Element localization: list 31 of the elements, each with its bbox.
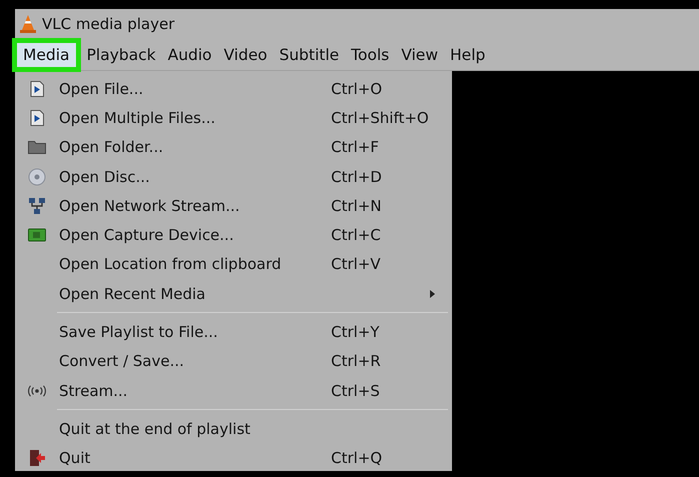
menu-item[interactable]: Quit Ctrl+Q bbox=[15, 444, 452, 473]
menu-bar-item[interactable]: View bbox=[395, 42, 444, 66]
menu-bar-item[interactable]: Video bbox=[218, 42, 274, 66]
menu-item[interactable]: Open Network Stream... Ctrl+N bbox=[15, 191, 452, 220]
folder-icon bbox=[28, 140, 46, 154]
menu-item[interactable]: Open Location from clipboard Ctrl+V bbox=[15, 250, 452, 280]
menu-bar-item[interactable]: Playback bbox=[80, 42, 162, 66]
menu-bar-item[interactable]: Subtitle bbox=[273, 42, 346, 66]
file-icon bbox=[30, 110, 44, 126]
menu-item[interactable]: Open Capture Device... Ctrl+C bbox=[15, 220, 452, 250]
menu-bar-item[interactable]: Help bbox=[444, 42, 492, 66]
circuit-card-icon bbox=[28, 228, 46, 242]
menu-item[interactable]: Open File... Ctrl+O bbox=[15, 74, 452, 104]
menu-item[interactable]: Open Folder... Ctrl+F bbox=[15, 132, 452, 162]
exit-door-icon bbox=[29, 449, 45, 468]
broadcast-icon bbox=[27, 384, 47, 397]
disc-icon bbox=[28, 168, 46, 186]
window-title: VLC media player bbox=[42, 15, 175, 33]
menu-item[interactable]: Quit at the end of playlist bbox=[15, 414, 452, 444]
menu-bar-item[interactable]: Audio bbox=[162, 42, 218, 66]
menu-bar-item[interactable]: Tools bbox=[345, 42, 396, 66]
traffic-cone-icon bbox=[20, 15, 36, 33]
network-icon bbox=[28, 198, 46, 214]
menu-bar-item[interactable]: Media bbox=[17, 42, 76, 66]
menu-item[interactable]: Stream... Ctrl+S bbox=[15, 376, 452, 406]
menu-item[interactable]: Open Recent Media bbox=[15, 279, 452, 308]
menu-item[interactable]: Convert / Save... Ctrl+R bbox=[15, 346, 452, 376]
menu-item[interactable]: Save Playlist to File... Ctrl+Y bbox=[15, 317, 452, 347]
menu-item[interactable]: Open Disc... Ctrl+D bbox=[15, 162, 452, 192]
menu-item[interactable]: Open Multiple Files... Ctrl+Shift+O bbox=[15, 103, 452, 133]
file-icon bbox=[30, 80, 44, 97]
